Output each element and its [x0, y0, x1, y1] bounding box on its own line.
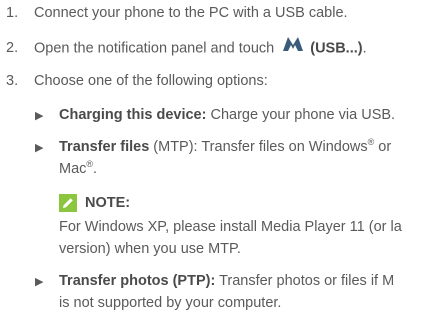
step-number: 1. — [6, 5, 19, 21]
option-text-line2: Mac — [59, 161, 87, 177]
note-text-line2: version) when you use MTP. — [59, 241, 241, 257]
bullet-arrow-icon: ▶ — [35, 276, 44, 288]
option-transfer-files: ▶ Transfer files (MTP): Transfer files on… — [35, 136, 391, 159]
step-text: Choose one of the following options: — [34, 73, 268, 89]
option-title: Transfer photos (PTP): — [59, 273, 216, 289]
step-text: Open the notification panel and touch — [34, 40, 275, 57]
bullet-arrow-icon: ▶ — [35, 142, 44, 154]
android-n-icon — [282, 36, 304, 59]
option-text: Transfer photos or files if M — [215, 273, 395, 289]
pencil-icon — [59, 194, 77, 212]
note-label: NOTE: — [85, 195, 131, 211]
usb-label: (USB...) — [310, 40, 363, 57]
step-number: 3. — [6, 73, 19, 89]
note-heading: NOTE: — [59, 192, 130, 214]
option-text-tail: or — [374, 139, 392, 155]
option-text: (MTP): Transfer files on Windows — [149, 139, 368, 155]
option-title: Charging this device: — [59, 107, 207, 123]
step-text: Connect your phone to the PC with a USB … — [34, 5, 348, 21]
step-number: 2. — [6, 40, 19, 57]
step-1: 1. Connect your phone to the PC with a US… — [0, 2, 348, 24]
option-charging: ▶ Charging this device: Charge your phone… — [35, 104, 395, 127]
step-text-end: . — [362, 40, 367, 57]
option-title: Transfer files — [59, 139, 150, 155]
note-text-line1: For Windows XP, please install Media Pla… — [59, 219, 402, 235]
bullet-arrow-icon: ▶ — [35, 110, 44, 122]
option-transfer-photos: ▶ Transfer photos (PTP): Transfer photos … — [35, 270, 394, 293]
step-3: 3. Choose one of the following options: — [0, 70, 268, 92]
option-text: Charge your phone via USB. — [206, 107, 396, 123]
option-text-end: . — [93, 161, 98, 177]
instructions-page: 1. Connect your phone to the PC with a US… — [0, 0, 438, 311]
step-2: 2. Open the notification panel and touch (… — [0, 36, 367, 61]
option-transfer-files-line2: Mac®. — [59, 158, 97, 180]
